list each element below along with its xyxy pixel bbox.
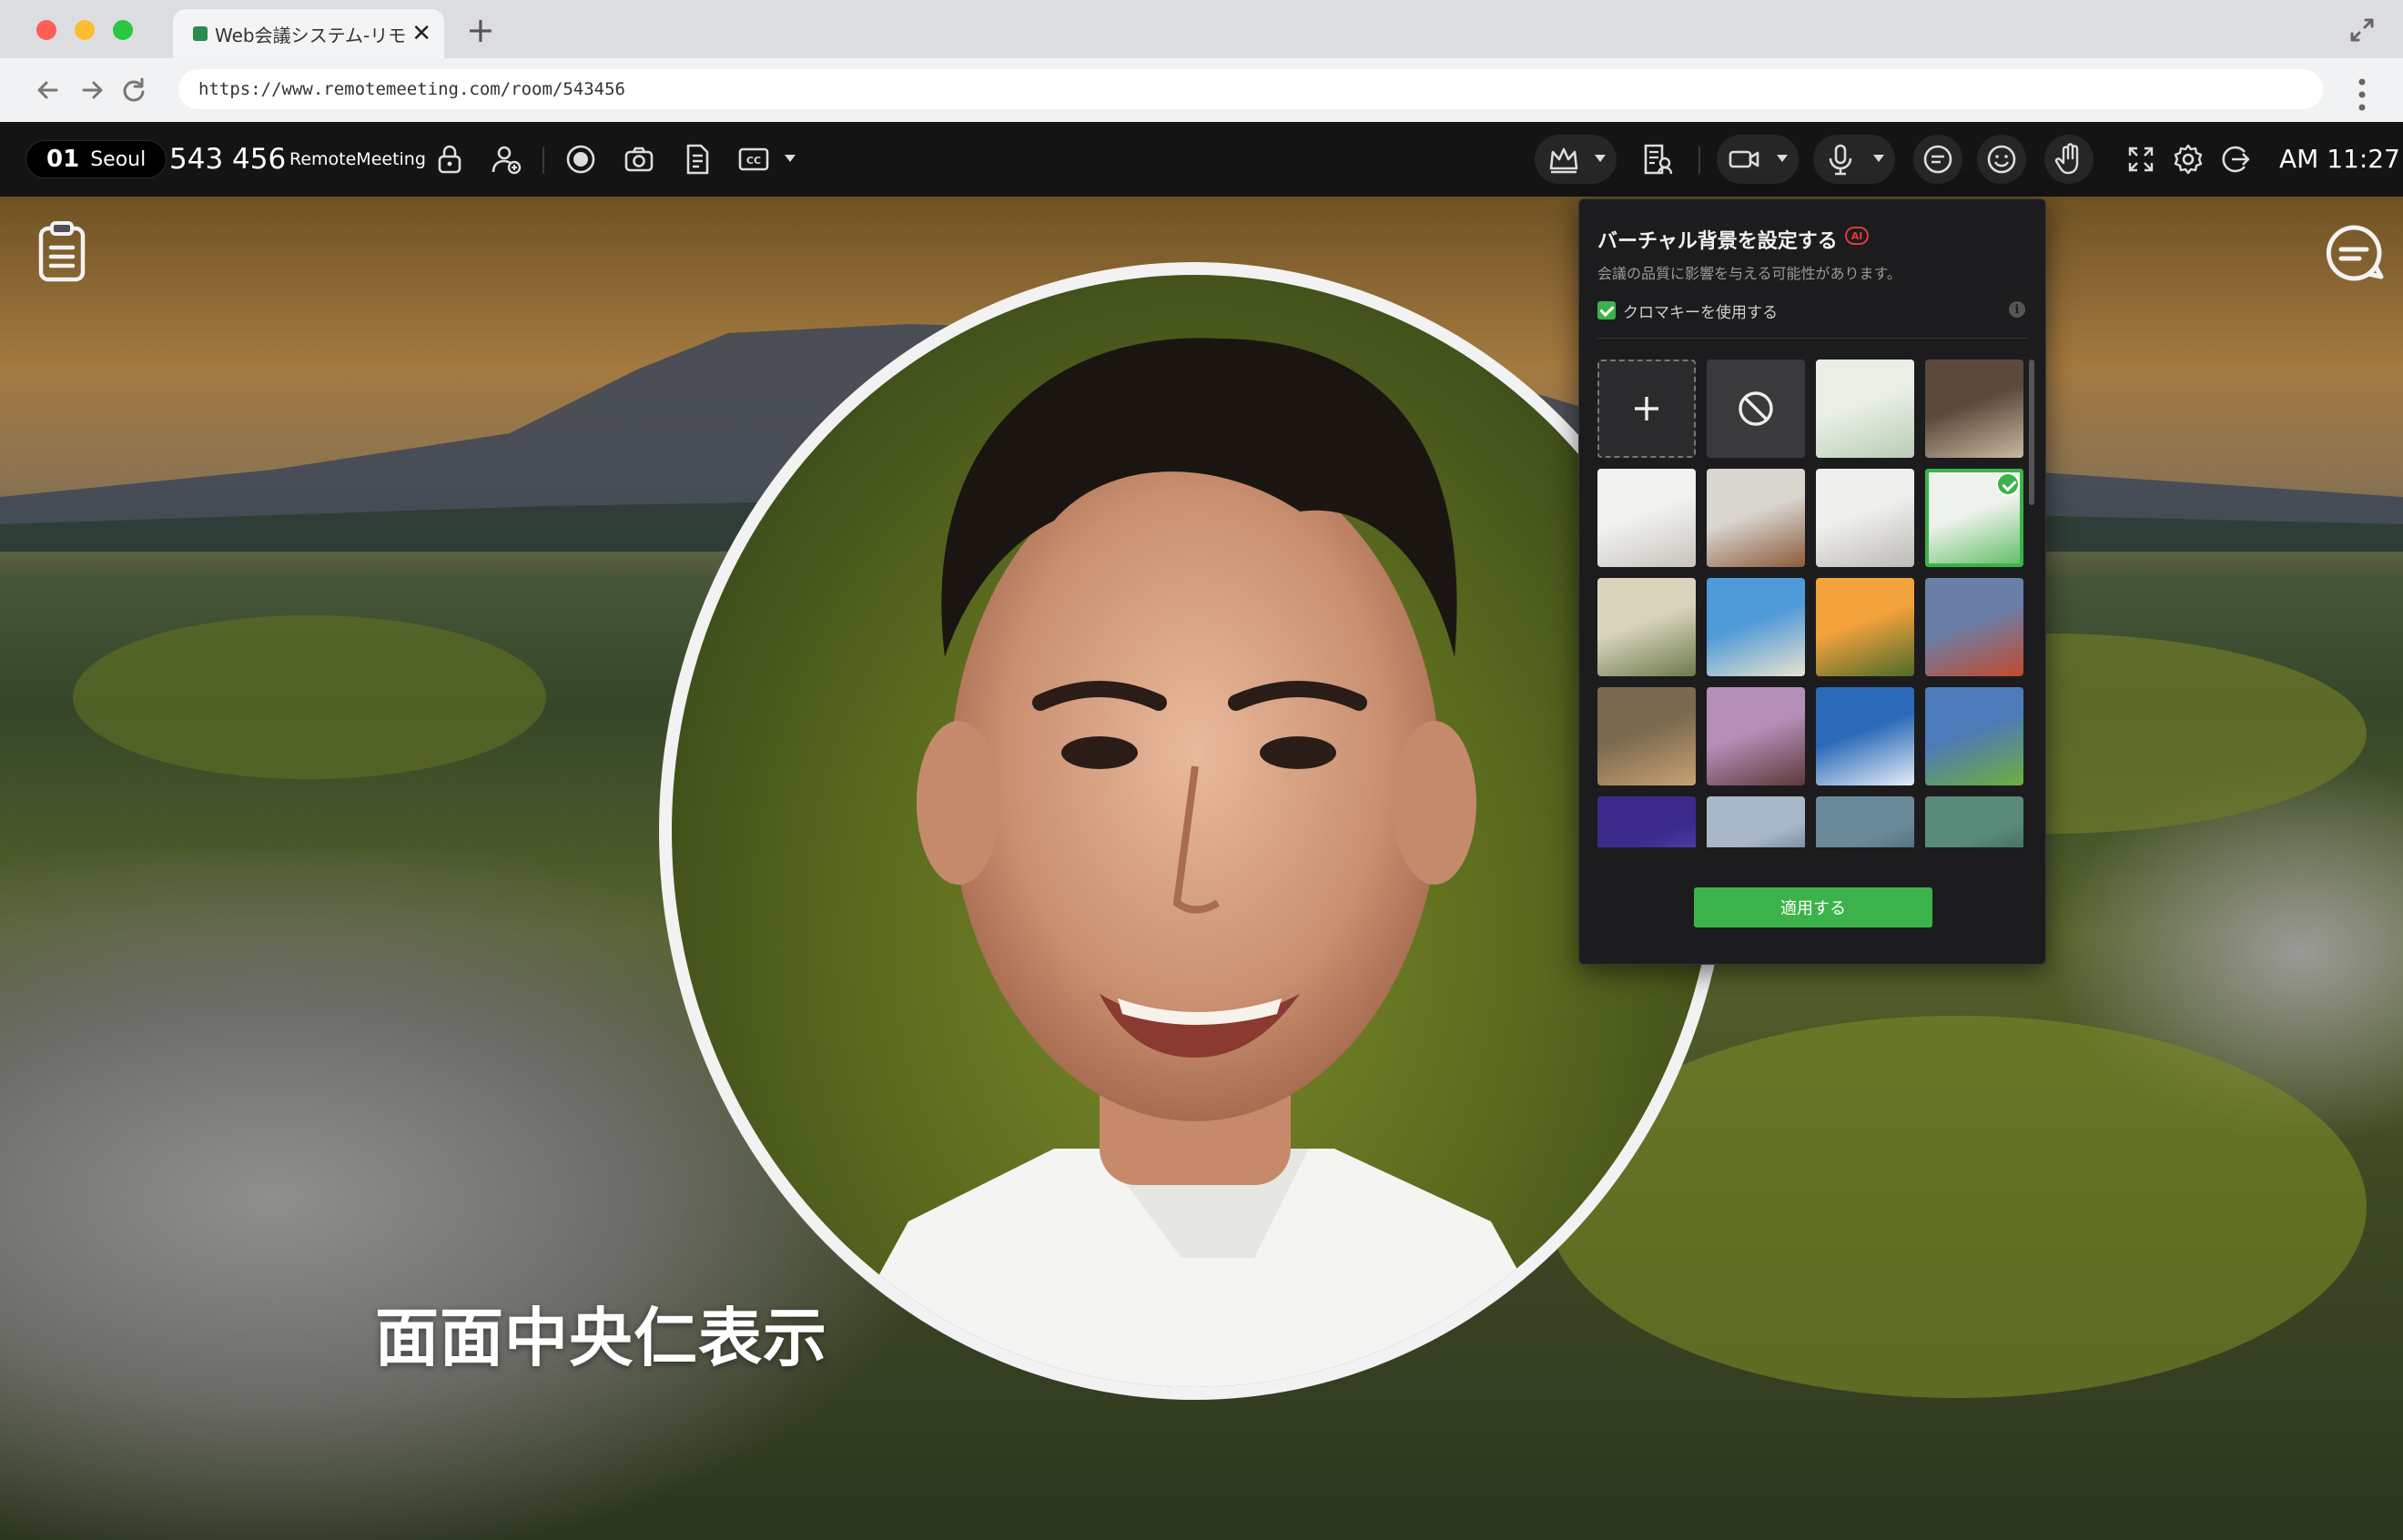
room-badge: 01 Seoul [25, 140, 167, 178]
background-thumbnail[interactable] [1816, 360, 1914, 458]
chroma-key-label: クロマキーを使用する [1623, 303, 1778, 322]
cc-icon[interactable]: CC [735, 141, 772, 177]
browser-menu-icon[interactable] [2356, 76, 2368, 113]
url-text: https://www.remotemeeting.com/room/54345… [198, 79, 625, 99]
gear-icon[interactable] [2170, 141, 2206, 177]
background-thumbnail[interactable] [1925, 578, 2023, 676]
background-thumbnail[interactable] [1816, 469, 1914, 567]
participant-figure [817, 338, 1582, 1387]
background-thumbnail[interactable] [1707, 687, 1805, 785]
virtual-background-moss [73, 615, 546, 779]
background-thumbnail[interactable] [1816, 687, 1914, 785]
camera-icon[interactable] [621, 141, 657, 177]
fullscreen-icon[interactable] [2123, 141, 2159, 177]
apply-button[interactable]: 適用する [1694, 887, 1932, 927]
host-dropdown-caret[interactable] [1595, 155, 1606, 162]
background-thumbnail[interactable] [1925, 469, 2023, 567]
background-thumbnail[interactable] [1925, 687, 2023, 785]
url-field[interactable]: https://www.remotemeeting.com/room/54345… [178, 69, 2323, 109]
favicon-icon [193, 26, 208, 41]
no-background-button[interactable] [1707, 360, 1805, 458]
background-thumbnail[interactable] [1597, 469, 1696, 567]
svg-text:CC: CC [746, 155, 761, 167]
toolbar-divider [542, 147, 544, 174]
room-number: 01 [46, 146, 80, 173]
minimize-window-button[interactable] [75, 20, 95, 40]
background-thumbnail[interactable] [1597, 578, 1696, 676]
background-thumbnail-list[interactable] [1597, 360, 2025, 847]
raise-hand-icon[interactable] [2051, 141, 2087, 177]
prohibit-icon [1739, 391, 1773, 426]
back-arrow-icon[interactable] [33, 75, 64, 106]
plus-icon [1635, 397, 1658, 420]
background-thumbnail-grid [1597, 360, 2025, 847]
lock-icon[interactable] [431, 141, 468, 177]
info-icon[interactable]: i [2009, 301, 2025, 318]
document-icon[interactable] [679, 141, 715, 177]
tab-strip: Web会議システム-リモ... ✕ + [0, 0, 2403, 58]
brand-label: RemoteMeeting [289, 149, 426, 169]
reload-icon[interactable] [118, 75, 149, 106]
browser-chrome: Web会議システム-リモ... ✕ + https://www.remoteme… [0, 0, 2403, 122]
background-thumbnail[interactable] [1925, 360, 2023, 458]
add-background-button[interactable] [1597, 360, 1696, 458]
close-window-button[interactable] [36, 20, 56, 40]
thumbnail-scrollbar[interactable] [2029, 360, 2034, 505]
record-icon[interactable] [563, 141, 599, 177]
selected-check-icon [1996, 472, 2020, 496]
new-tab-button[interactable]: + [466, 13, 495, 47]
meeting-toolbar: 01 Seoul 543 456 RemoteMeeting CC AM 11:… [0, 122, 2403, 197]
toolbar-divider [1698, 147, 1700, 174]
participant-video [659, 262, 1729, 1400]
panel-subtitle: 会議の品質に影響を与える可能性があります。 [1597, 265, 1901, 282]
notes-clipboard-icon[interactable] [36, 220, 87, 284]
chroma-key-option[interactable]: クロマキーを使用する [1597, 299, 1778, 322]
chat-bubble-icon[interactable] [2323, 222, 2385, 284]
emoji-icon[interactable] [1983, 141, 2020, 177]
ai-badge: AI [1845, 227, 1869, 245]
clock: AM 11:27 [2279, 144, 2400, 174]
video-dropdown-caret[interactable] [1777, 155, 1788, 162]
browser-tab[interactable]: Web会議システム-リモ... ✕ [173, 9, 444, 58]
center-display-caption: 面面中央仁表示 [375, 1301, 827, 1375]
background-thumbnail[interactable] [1816, 796, 1914, 847]
chat-icon[interactable] [1920, 141, 1956, 177]
background-thumbnail[interactable] [1707, 469, 1805, 567]
virtual-background-panel: バーチャル背景を設定する AI 会議の品質に影響を与える可能性があります。 クロ… [1578, 198, 2046, 965]
presenter-icon[interactable] [1638, 141, 1675, 177]
background-thumbnail[interactable] [1707, 578, 1805, 676]
background-thumbnail[interactable] [1597, 687, 1696, 785]
background-thumbnail[interactable] [1816, 578, 1914, 676]
mic-dropdown-caret[interactable] [1873, 155, 1884, 162]
room-id: 543 456 [169, 143, 287, 176]
user-add-icon[interactable] [488, 141, 524, 177]
exit-icon[interactable] [2217, 141, 2254, 177]
forward-arrow-icon[interactable] [76, 75, 107, 106]
background-thumbnail[interactable] [1925, 796, 2023, 847]
video-camera-icon[interactable] [1726, 141, 1762, 177]
room-city: Seoul [90, 147, 147, 171]
panel-title: バーチャル背景を設定する [1597, 230, 1838, 253]
expand-icon[interactable] [2348, 16, 2376, 44]
microphone-icon[interactable] [1822, 141, 1859, 177]
cc-dropdown-caret[interactable] [785, 155, 796, 162]
background-thumbnail[interactable] [1707, 796, 1805, 847]
tab-close-icon[interactable]: ✕ [411, 22, 431, 46]
chroma-key-checkbox[interactable] [1597, 301, 1616, 319]
panel-divider [1597, 338, 2029, 339]
tab-title: Web会議システム-リモ... [215, 24, 407, 46]
zoom-window-button[interactable] [113, 20, 133, 40]
background-thumbnail[interactable] [1597, 796, 1696, 847]
crown-icon[interactable] [1546, 141, 1582, 177]
